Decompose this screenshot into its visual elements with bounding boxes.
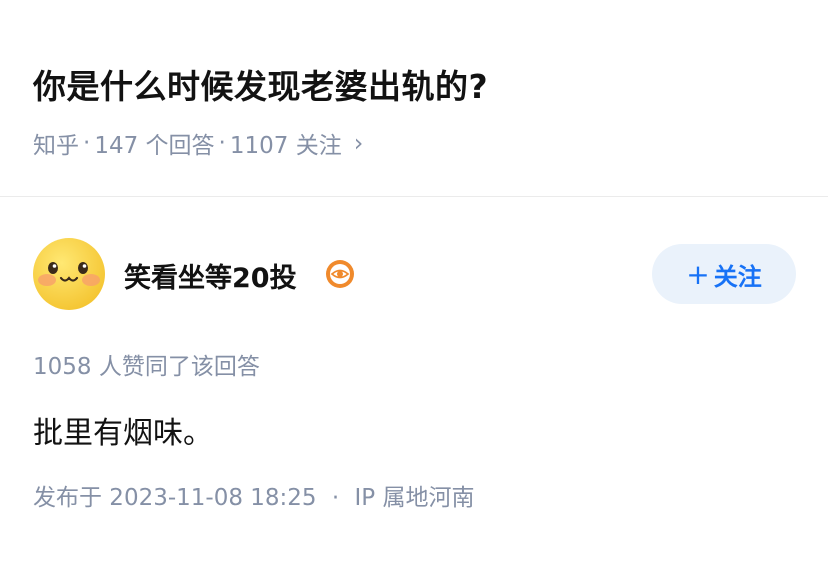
plus-icon: + bbox=[686, 257, 710, 291]
question-title[interactable]: 你是什么时候发现老婆出轨的? bbox=[33, 60, 488, 108]
source-label: 知乎 bbox=[33, 133, 79, 159]
publish-separator: · bbox=[331, 485, 340, 511]
publish-info: 发布于 2023-11-08 18:25 · IP 属地河南 bbox=[33, 478, 474, 512]
answer-count: 147 个回答 bbox=[94, 133, 215, 159]
ip-location: IP 属地河南 bbox=[354, 485, 475, 511]
meta-separator: · bbox=[218, 130, 226, 156]
follow-label: 关注 bbox=[713, 262, 762, 291]
author-name[interactable]: 笑看坐等20投 bbox=[124, 256, 297, 295]
vote-count: 1058 人赞同了该回答 bbox=[33, 354, 260, 380]
follower-count: 1107 关注 bbox=[229, 133, 342, 159]
divider bbox=[0, 196, 828, 197]
publish-time: 发布于 2023-11-08 18:25 bbox=[33, 485, 317, 511]
question-meta[interactable]: 知乎 · 147 个回答 · 1107 关注 › bbox=[33, 126, 363, 160]
follow-button[interactable]: + 关注 bbox=[652, 244, 796, 304]
answer-content[interactable]: 批里有烟味。 bbox=[33, 408, 213, 452]
meta-separator: · bbox=[83, 130, 91, 156]
chevron-right-icon[interactable]: › bbox=[354, 129, 364, 157]
eye-badge-icon[interactable] bbox=[325, 259, 355, 289]
avatar[interactable] bbox=[33, 238, 105, 310]
